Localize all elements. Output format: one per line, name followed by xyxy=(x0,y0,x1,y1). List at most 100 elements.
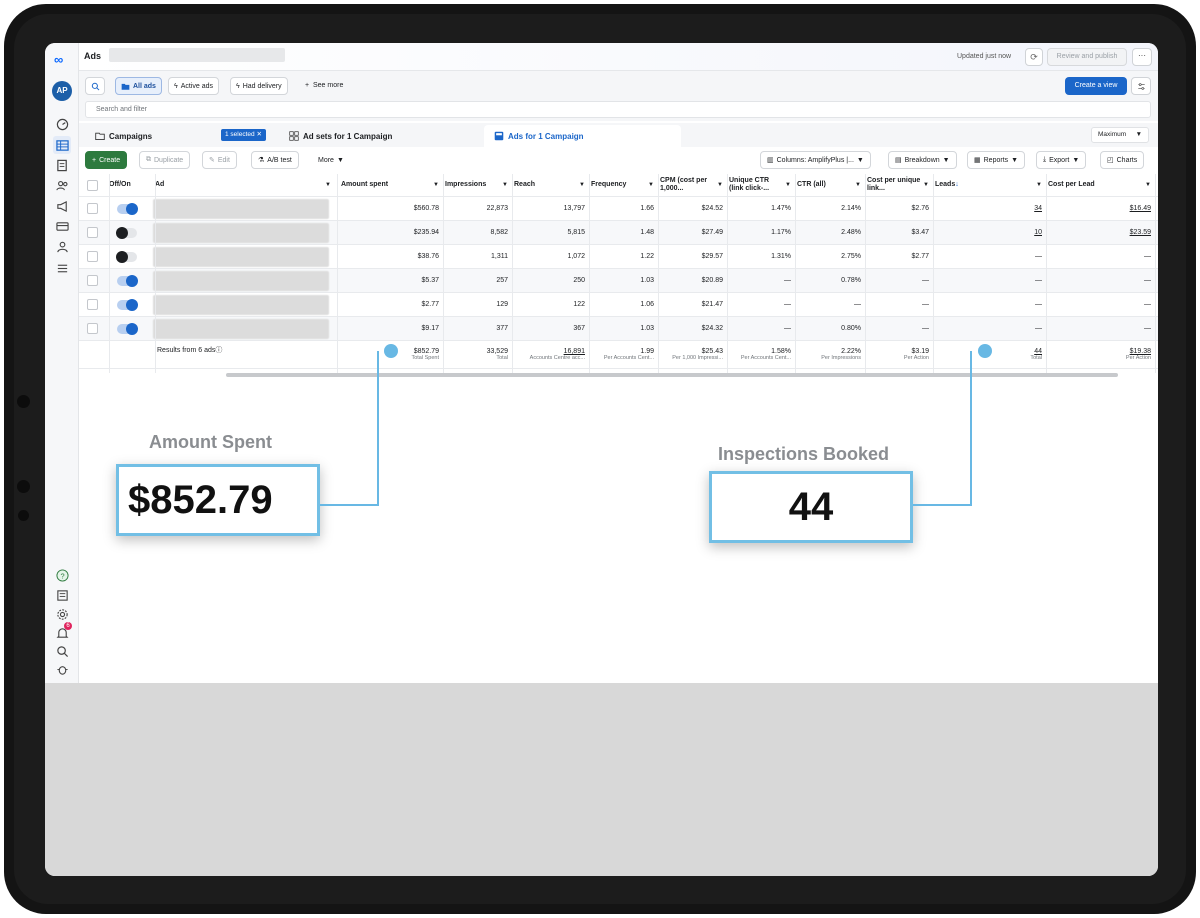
charts-button[interactable]: ◰ Charts xyxy=(1100,151,1145,169)
refresh-button[interactable]: ⟳ xyxy=(1025,48,1043,66)
download-icon: ⤓ xyxy=(1043,156,1047,163)
column-header-cpm[interactable]: CPM (cost per 1,000... ▼ xyxy=(660,174,727,196)
column-header-uctr[interactable]: Unique CTR (link click-... ▼ xyxy=(729,174,795,196)
billing-card-icon[interactable] xyxy=(53,217,71,235)
cell-value[interactable]: $16.49 xyxy=(1130,205,1151,212)
column-header-ctr[interactable]: CTR (all) ▼ xyxy=(797,174,865,196)
filter-settings-button[interactable] xyxy=(1131,77,1151,95)
had-delivery-filter[interactable]: ϟ Had delivery xyxy=(230,77,288,95)
cell-cpm: $21.47 xyxy=(658,293,727,316)
ad-name-redacted[interactable] xyxy=(153,319,329,339)
tab-ads[interactable]: Ads for 1 Campaign xyxy=(484,125,681,147)
ad-toggle-switch[interactable] xyxy=(116,226,137,239)
gear-icon[interactable] xyxy=(53,605,71,623)
dashboard-icon[interactable] xyxy=(53,115,71,133)
columns-dropdown[interactable]: ▥ Columns: AmplifyPlus |... ▼ xyxy=(760,151,871,169)
notification-badge: 6 xyxy=(64,622,72,630)
caret-down-icon: ▼ xyxy=(1072,156,1080,164)
create-view-button[interactable]: Create a view xyxy=(1065,77,1127,95)
cell-value: 122 xyxy=(573,301,585,308)
more-dropdown[interactable]: More ▼ xyxy=(311,151,351,169)
bell-icon[interactable]: 6 xyxy=(53,622,72,642)
column-header-impressions[interactable]: Impressions ▼ xyxy=(445,174,512,196)
row-checkbox[interactable] xyxy=(87,275,98,286)
menu-icon[interactable] xyxy=(53,259,71,277)
row-checkbox[interactable] xyxy=(87,251,98,262)
column-header-reach[interactable]: Reach ▼ xyxy=(514,174,589,196)
column-header-frequency[interactable]: Frequency ▼ xyxy=(591,174,658,196)
ad-name-redacted[interactable] xyxy=(153,295,329,315)
ab-test-button[interactable]: ⚗ A/B test xyxy=(251,151,299,169)
ads-manager-table-icon[interactable] xyxy=(53,136,71,154)
help-icon[interactable]: ? xyxy=(53,566,71,584)
business-settings-icon[interactable] xyxy=(53,237,71,255)
cell-value: 2.48% xyxy=(841,229,861,236)
news-icon[interactable] xyxy=(53,586,71,604)
ad-toggle-switch[interactable] xyxy=(116,250,137,263)
edit-button[interactable]: ✎ Edit xyxy=(202,151,237,169)
caret-down-icon: ▼ xyxy=(1145,182,1151,188)
cell-value[interactable]: 10 xyxy=(1034,229,1042,236)
tab-adsets[interactable]: Ad sets for 1 Campaign xyxy=(279,125,479,147)
totals-value: $25.43 xyxy=(701,348,723,355)
breakdown-dropdown[interactable]: ▤ Breakdown ▼ xyxy=(888,151,957,169)
search-input[interactable]: Search and filter xyxy=(85,101,1151,118)
ad-toggle-switch[interactable] xyxy=(117,298,138,311)
account-avatar[interactable]: AP xyxy=(52,81,72,101)
table-row[interactable]: $38.76 1,311 1,072 1.22 $29.57 1.31% 2.75% $2.7… xyxy=(79,245,1158,269)
ad-name-redacted[interactable] xyxy=(153,223,329,243)
selected-badge[interactable]: 1 selected ✕ xyxy=(221,129,266,141)
row-checkbox[interactable] xyxy=(87,227,98,238)
bug-report-icon[interactable] xyxy=(53,660,71,678)
reports-dropdown[interactable]: ▦ Reports ▼ xyxy=(967,151,1026,169)
totals-value: $19.38 xyxy=(1129,348,1151,355)
table-header-row: Off/On Ad ▼ Amount spent ▼ Impressions ▼ Reach ▼… xyxy=(79,174,1158,197)
active-ads-filter[interactable]: ϟ Active ads xyxy=(168,77,220,95)
cell-value[interactable]: $23.59 xyxy=(1130,229,1151,236)
tab-ads-label: Ads for 1 Campaign xyxy=(508,131,584,141)
ad-name-redacted[interactable] xyxy=(153,271,329,291)
table-row[interactable]: $560.78 22,873 13,797 1.66 $24.52 1.47% 2.14% $… xyxy=(79,197,1158,221)
ad-toggle-switch[interactable] xyxy=(117,322,138,335)
ad-name-redacted[interactable] xyxy=(153,199,329,219)
top-bar: Ads Updated just now ⟳ Review and publis… xyxy=(79,43,1158,71)
row-checkbox[interactable] xyxy=(87,203,98,214)
column-header-cpl[interactable]: Cost per Lead ▼ xyxy=(1048,174,1155,196)
see-more-link[interactable]: + See more xyxy=(305,82,343,89)
more-options-button[interactable]: ··· xyxy=(1132,48,1152,66)
cell-value[interactable]: 34 xyxy=(1034,205,1042,212)
meta-logo-icon[interactable]: ∞ xyxy=(54,52,63,67)
row-checkbox[interactable] xyxy=(87,299,98,310)
audiences-icon[interactable] xyxy=(53,176,71,194)
table-row[interactable]: $235.94 8,582 5,815 1.48 $27.49 1.17% 2.48% $3.… xyxy=(79,221,1158,245)
ad-name-redacted[interactable] xyxy=(153,247,329,267)
review-publish-button[interactable]: Review and publish xyxy=(1047,48,1127,66)
caret-down-icon: ▼ xyxy=(856,156,864,164)
table-row[interactable]: $2.77 129 122 1.06 $21.47 — — — — — xyxy=(79,293,1158,317)
ad-toggle-switch[interactable] xyxy=(117,202,138,215)
column-header-amount[interactable]: Amount spent ▼ xyxy=(341,174,443,196)
table-row[interactable]: $5.37 257 250 1.03 $20.89 — 0.78% — — — xyxy=(79,269,1158,293)
column-header-label: CTR (all) xyxy=(797,181,826,188)
export-dropdown[interactable]: ⤓ Export ▼ xyxy=(1036,151,1087,169)
table-row[interactable]: $9.17 377 367 1.03 $24.32 — 0.80% — — — xyxy=(79,317,1158,341)
edit-label: Edit xyxy=(217,156,230,164)
column-header-offon[interactable]: Off/On xyxy=(109,174,131,196)
search-icon[interactable] xyxy=(53,642,71,660)
row-checkbox[interactable] xyxy=(87,323,98,334)
duplicate-button[interactable]: ⧉ Duplicate xyxy=(139,151,191,169)
all-ads-filter[interactable]: All ads xyxy=(115,77,162,95)
horizontal-scrollbar[interactable] xyxy=(226,373,1118,377)
ad-toggle-switch[interactable] xyxy=(117,274,138,287)
select-all-checkbox[interactable] xyxy=(87,179,98,191)
column-header-cpu[interactable]: Cost per unique link... ▼ xyxy=(867,174,933,196)
attribution-dropdown[interactable]: Maximum ▼ xyxy=(1091,127,1149,143)
megaphone-icon[interactable] xyxy=(53,197,71,215)
create-button[interactable]: + Create xyxy=(85,151,128,169)
header-checkbox-cell xyxy=(87,174,98,196)
column-header-ad[interactable]: Ad ▼ xyxy=(155,174,335,196)
pages-icon[interactable] xyxy=(53,156,71,174)
search-button[interactable] xyxy=(85,77,105,95)
cell-ctr: — xyxy=(795,293,865,316)
column-header-leads[interactable]: Leads ↓ ▼ xyxy=(935,174,1046,196)
